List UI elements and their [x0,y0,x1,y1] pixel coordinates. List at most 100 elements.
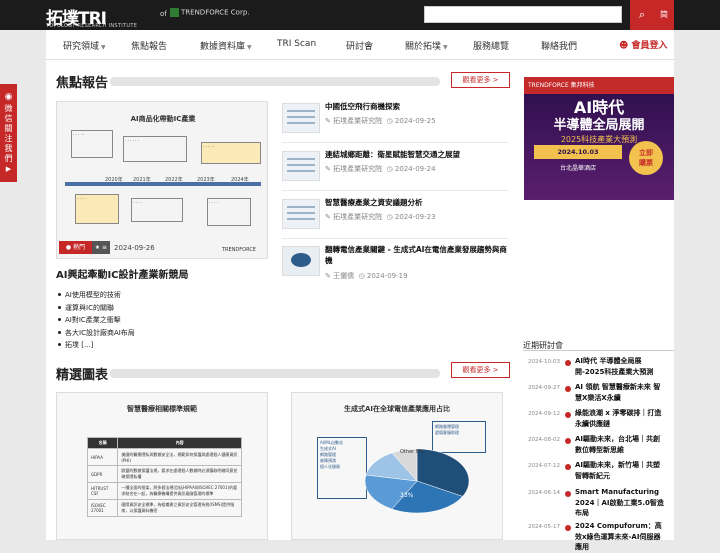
main-nav: 研究領域 ▼ 焦點報告 數據資料庫 ▼ TRI Scan 研討會 關於拓墣 ▼ 服務總… [46,30,674,60]
logo-subtitle: TOPOLOGY RESEARCH INSTITUTE [46,23,138,29]
trendforce-link[interactable]: TRENDFORCE Corp. [170,8,250,17]
article-title[interactable]: 中國低空飛行商機探索 [325,101,510,112]
list-icon[interactable]: ≡ [99,241,110,254]
nav-seminars[interactable]: 研討會 [346,39,373,52]
diagram-box: · · · · [207,198,251,226]
pie-chart: Other 8% 33% [364,448,470,514]
nav-tri-scan[interactable]: TRI Scan [277,39,316,49]
diagram-box: · · · · [131,198,183,222]
featured-report-image[interactable]: AI商品化帶動IC產業 · · · · · · · · · · · · · · … [56,101,268,259]
charts-section-title: 精選圖表 [56,368,109,383]
diagram-box: · · · · · · [123,136,187,162]
pie-label: Other 8% [400,449,424,455]
dot-icon [565,525,571,531]
seminar-title[interactable]: 綠能浪潮 x 淨零碳排｜打造永續供應鏈 [575,408,667,429]
trendforce-logo-icon [170,8,179,17]
nav-contact[interactable]: 聯絡我們 [541,39,577,52]
divider [282,190,508,191]
tag-icon: ● [65,244,74,251]
search-icon: ⌕ [638,8,646,21]
bullet-item: AI使用模型的技術 [58,290,135,303]
seminar-date: 2024-08-02 [528,437,560,443]
user-icon: ☻ [619,41,632,51]
of-text: of [160,10,167,18]
timeline-year: 2022年 [165,177,183,183]
ad-cta-button[interactable]: 立即購票 [629,141,663,175]
article-item[interactable]: 智慧醫療產業之資安議題分析 ✎ 拓墣產業研究院 ◷ 2024-09-23 [282,197,512,243]
focus-more-button[interactable]: 觀看更多 > [451,72,510,88]
trendforce-text: TRENDFORCE Corp. [181,8,250,17]
article-thumbnail [282,199,320,229]
dot-icon [565,386,571,392]
focus-section-title: 焦點報告 [56,76,109,91]
ad-date: 2024.10.03 [534,145,622,159]
charts-more-button[interactable]: 觀看更多 > [451,362,510,378]
article-title[interactable]: 翻轉電信產業關鍵 - 生成式AI在電信產業發展趨勢與商機 [325,244,510,266]
seminar-date: 2024-06-14 [528,490,560,496]
table-cell: 一種全面的框架，將多個法規(包括HIPAA與ISO/IEC 27001)的要求結… [117,482,242,500]
seminar-title[interactable]: Smart Manufacturing 2024｜AI啟動工業5.0智造布局 [575,487,667,519]
featured-title[interactable]: AI興起牽動IC設計產業新競局 [56,266,189,281]
nav-services[interactable]: 服務總覽 [473,39,509,52]
section-divider [110,369,440,378]
featured-image-title: AI商品化帶動IC產業 [130,115,196,123]
wechat-label: 微信關注我們 [4,104,13,163]
bullet-item: 各大IC設計廠商AI布局 [58,328,135,341]
ad-venue: 台北晶華酒店 [559,165,596,172]
table-cell: HITRUST CSF [86,482,119,500]
top-bar: 拓墣TRI TOPOLOGY RESEARCH INSTITUTE of TRE… [0,0,720,30]
article-meta: ✎ 王儷儒 ◷ 2024-09-19 [325,272,408,280]
ad-header: TRENDFORCE 集邦科技 [524,77,674,94]
member-login-button[interactable]: ☻ 會員登入 [619,38,668,51]
featured-date: 2024-09-26 [114,244,155,252]
seminar-title[interactable]: AI驅動未來，新竹場｜共塑智轉新紀元 [575,460,667,481]
search-input[interactable] [424,6,622,23]
tri-logo[interactable]: 拓墣TRI TOPOLOGY RESEARCH INSTITUTE [46,4,137,29]
dot-icon [565,412,571,418]
chart-card[interactable]: 生成式AI在全球電信產業應用占比 AI/ML自動化 生成式AI 網路管理 故障預… [291,392,503,540]
article-item[interactable]: 中國低空飛行商機探索 ✎ 拓墣產業研究院 ◷ 2024-09-25 [282,101,512,147]
table-cell: 歐盟的數據保護法規，要求在處理個人數據時必須獲取明確同意並確保隱私權 [117,465,242,483]
article-title[interactable]: 連結城鄉距離：衛星賦能智慧交通之展望 [325,149,510,160]
seminar-ad-banner[interactable]: TRENDFORCE 集邦科技 AI時代 半導體全局展開 2025科技產業大預測… [524,77,674,200]
chevron-down-icon: ▼ [101,44,106,51]
seminar-date: 2024-07-12 [528,463,560,469]
dot-icon [565,360,571,366]
search-button[interactable]: ⌕ [630,0,654,30]
language-toggle[interactable]: 简 [654,0,674,30]
bullet-item: AI對IC產業之衝擊 [58,315,135,328]
nav-about[interactable]: 關於拓墣 ▼ [405,39,448,52]
article-title[interactable]: 智慧醫療產業之資安議題分析 [325,197,510,208]
wechat-follow-tab[interactable]: ◉ 微信關注我們 ▶ [0,84,17,182]
article-item[interactable]: 連結城鄉距離：衛星賦能智慧交通之展望 ✎ 拓墣產業研究院 ◷ 2024-09-2… [282,149,512,195]
nav-research[interactable]: 研究領域 ▼ [63,39,106,52]
timeline-year: 2024年 [231,177,249,183]
arrow-right-icon: ▶ [5,165,12,173]
diagram-box: · · · · [75,194,119,224]
chart-card[interactable]: 智慧醫療相關標準規範 名稱 內容 HIPAA 美國的醫療隱私與數據安全法，規範如何保… [56,392,268,540]
bullet-item: 運算與IC的關聯 [58,303,135,316]
ad-headline-2: 半導體全局展開 [553,118,645,133]
featured-bullets: AI使用模型的技術 運算與IC的關聯 AI對IC產業之衝擊 各大IC設計廠商AI… [58,290,135,353]
seminar-date: 2024-10-03 [528,359,560,365]
article-meta: ✎ 拓墣產業研究院 ◷ 2024-09-24 [325,165,436,173]
standards-table: 名稱 內容 HIPAA 美國的醫療隱私與數據安全法，規範如何保護與處理個人健康資訊(… [86,437,242,517]
section-divider [110,77,440,86]
nav-focus-reports[interactable]: 焦點報告 [131,39,167,52]
seminar-title[interactable]: 2024 Compuforum：高效x綠色運算未來-AI伺服器應用 [575,521,667,553]
seminar-date: 2024-05-17 [528,524,560,530]
seminar-title[interactable]: AI驅動未來，台北場｜共創數位轉型新思維 [575,434,667,455]
pie-label: 33% [400,492,414,499]
seminar-title[interactable]: AI 領航 智慧醫療新未來 智慧X樂活X永續 [575,382,667,403]
bullet-item[interactable]: 拓墣 [...] [58,340,135,353]
dot-icon [565,464,571,470]
article-item[interactable]: 翻轉電信產業關鍵 - 生成式AI在電信產業發展趨勢與商機 ✎ 王儷儒 ◷ 202… [282,244,512,290]
divider [282,142,508,143]
nav-database[interactable]: 數據資料庫 ▼ [200,39,252,52]
hot-category-badge[interactable]: ● 熱門 [59,241,92,254]
table-header: 內容 [117,437,242,449]
article-thumbnail [282,246,320,276]
chevron-down-icon: ▼ [443,44,448,51]
article-thumbnail [282,151,320,181]
seminar-title[interactable]: AI時代 半導體全局展開-2025科技產業大預測 [575,356,667,377]
